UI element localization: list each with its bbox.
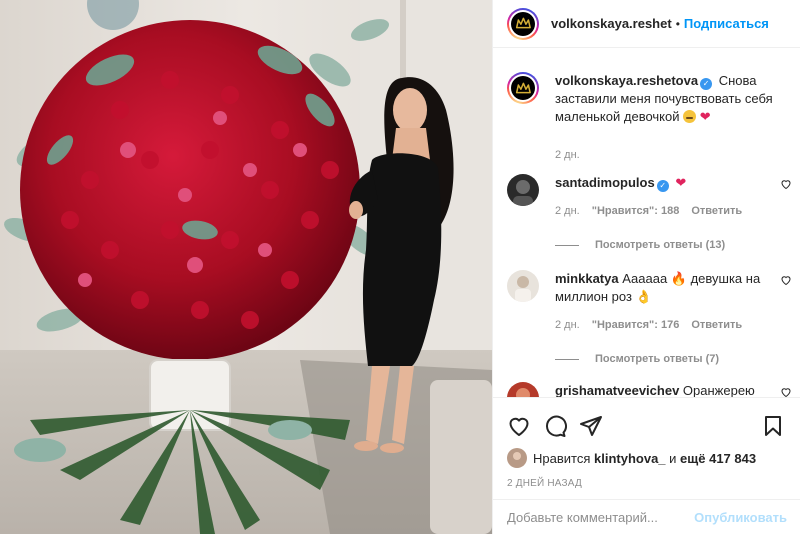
comment-time[interactable]: 2 дн.: [555, 202, 580, 220]
likes-prefix: Нравится: [533, 450, 591, 466]
replies-divider: [555, 358, 579, 360]
reply-button[interactable]: Ответить: [691, 202, 742, 220]
verified-badge-icon: ✓: [656, 180, 669, 192]
view-replies-label: Посмотреть ответы (7): [595, 353, 720, 365]
header-username[interactable]: volkonskaya.reshet: [551, 16, 672, 31]
post-actions: Нравится klintyhova_ и ещё 417 843 2 ДНЕ…: [493, 397, 800, 489]
comment-like-heart-icon[interactable]: [780, 386, 792, 397]
follow-button[interactable]: Подписаться: [684, 16, 769, 31]
caption-avatar[interactable]: [507, 72, 539, 104]
comment-text: ❤: [675, 175, 687, 190]
view-replies-button[interactable]: Посмотреть ответы (7): [555, 350, 777, 368]
crown-logo-icon: [515, 82, 531, 93]
comments-list[interactable]: santadimopulos ✓ ❤ 2 дн. "Нравится": 188 …: [493, 160, 800, 397]
post-photo[interactable]: [0, 0, 492, 534]
post-caption: volkonskaya.reshetova ✓ Снова заставили м…: [507, 72, 797, 164]
action-icons-row: [507, 412, 785, 440]
comment-item: santadimopulos ✓ ❤ 2 дн. "Нравится": 188 …: [507, 174, 792, 254]
likes-count[interactable]: ещё 417 843: [680, 451, 756, 466]
heart-icon[interactable]: [507, 414, 531, 438]
post-date[interactable]: 2 ДНЕЙ НАЗАД: [507, 478, 785, 489]
sad-face-emoji-icon: [683, 110, 697, 123]
add-comment-bar: Опубликовать: [493, 499, 800, 534]
view-replies-label: Посмотреть ответы (13): [595, 239, 726, 251]
post-side-panel: volkonskaya.reshet • Подписаться volkons…: [492, 0, 800, 534]
comment-input[interactable]: [507, 509, 695, 525]
comment-like-heart-icon[interactable]: [780, 178, 792, 190]
caption-text-block: volkonskaya.reshetova ✓ Снова заставили м…: [555, 72, 795, 126]
comment-time[interactable]: 2 дн.: [555, 316, 580, 334]
comment-like-heart-icon[interactable]: [780, 274, 792, 286]
publish-button[interactable]: Опубликовать: [694, 510, 787, 525]
view-replies-button[interactable]: Посмотреть ответы (13): [555, 236, 777, 254]
heart-emoji: ❤: [699, 109, 711, 124]
rose-bouquet-photo: [0, 0, 492, 534]
liker-avatar[interactable]: [507, 448, 527, 468]
instagram-post: volkonskaya.reshet • Подписаться volkons…: [0, 0, 800, 534]
comment-likes-count[interactable]: "Нравится": 188: [592, 202, 680, 220]
comment-username[interactable]: santadimopulos: [555, 175, 655, 190]
commenter-avatar[interactable]: [507, 382, 539, 397]
post-header: volkonskaya.reshet • Подписаться: [493, 0, 800, 48]
likes-middle: и: [669, 450, 677, 466]
comment-text: Оранжерею: [682, 383, 755, 397]
replies-divider: [555, 244, 579, 246]
bookmark-icon[interactable]: [761, 414, 785, 438]
comment-likes-count[interactable]: "Нравится": 176: [592, 316, 680, 334]
comment-item: minkkatya Аааааа 🔥 девушка на миллион ро…: [507, 270, 792, 368]
caption-username[interactable]: volkonskaya.reshetova: [555, 73, 698, 88]
commenter-avatar[interactable]: [507, 174, 539, 206]
author-avatar[interactable]: [507, 7, 539, 40]
comment-icon[interactable]: [543, 414, 567, 438]
crown-logo-icon: [515, 17, 531, 29]
reply-button[interactable]: Ответить: [691, 316, 742, 334]
comment-item: grishamatveevichev Оранжерею: [507, 382, 792, 397]
verified-badge-icon: ✓: [700, 78, 713, 90]
likes-summary: Нравится klintyhova_ и ещё 417 843: [507, 448, 785, 468]
liker-username[interactable]: klintyhova_: [594, 451, 666, 466]
share-icon[interactable]: [579, 414, 603, 438]
commenter-avatar[interactable]: [507, 270, 539, 302]
header-separator: •: [675, 16, 680, 31]
comment-username[interactable]: minkkatya: [555, 271, 619, 286]
comment-username[interactable]: grishamatveevichev: [555, 383, 679, 397]
